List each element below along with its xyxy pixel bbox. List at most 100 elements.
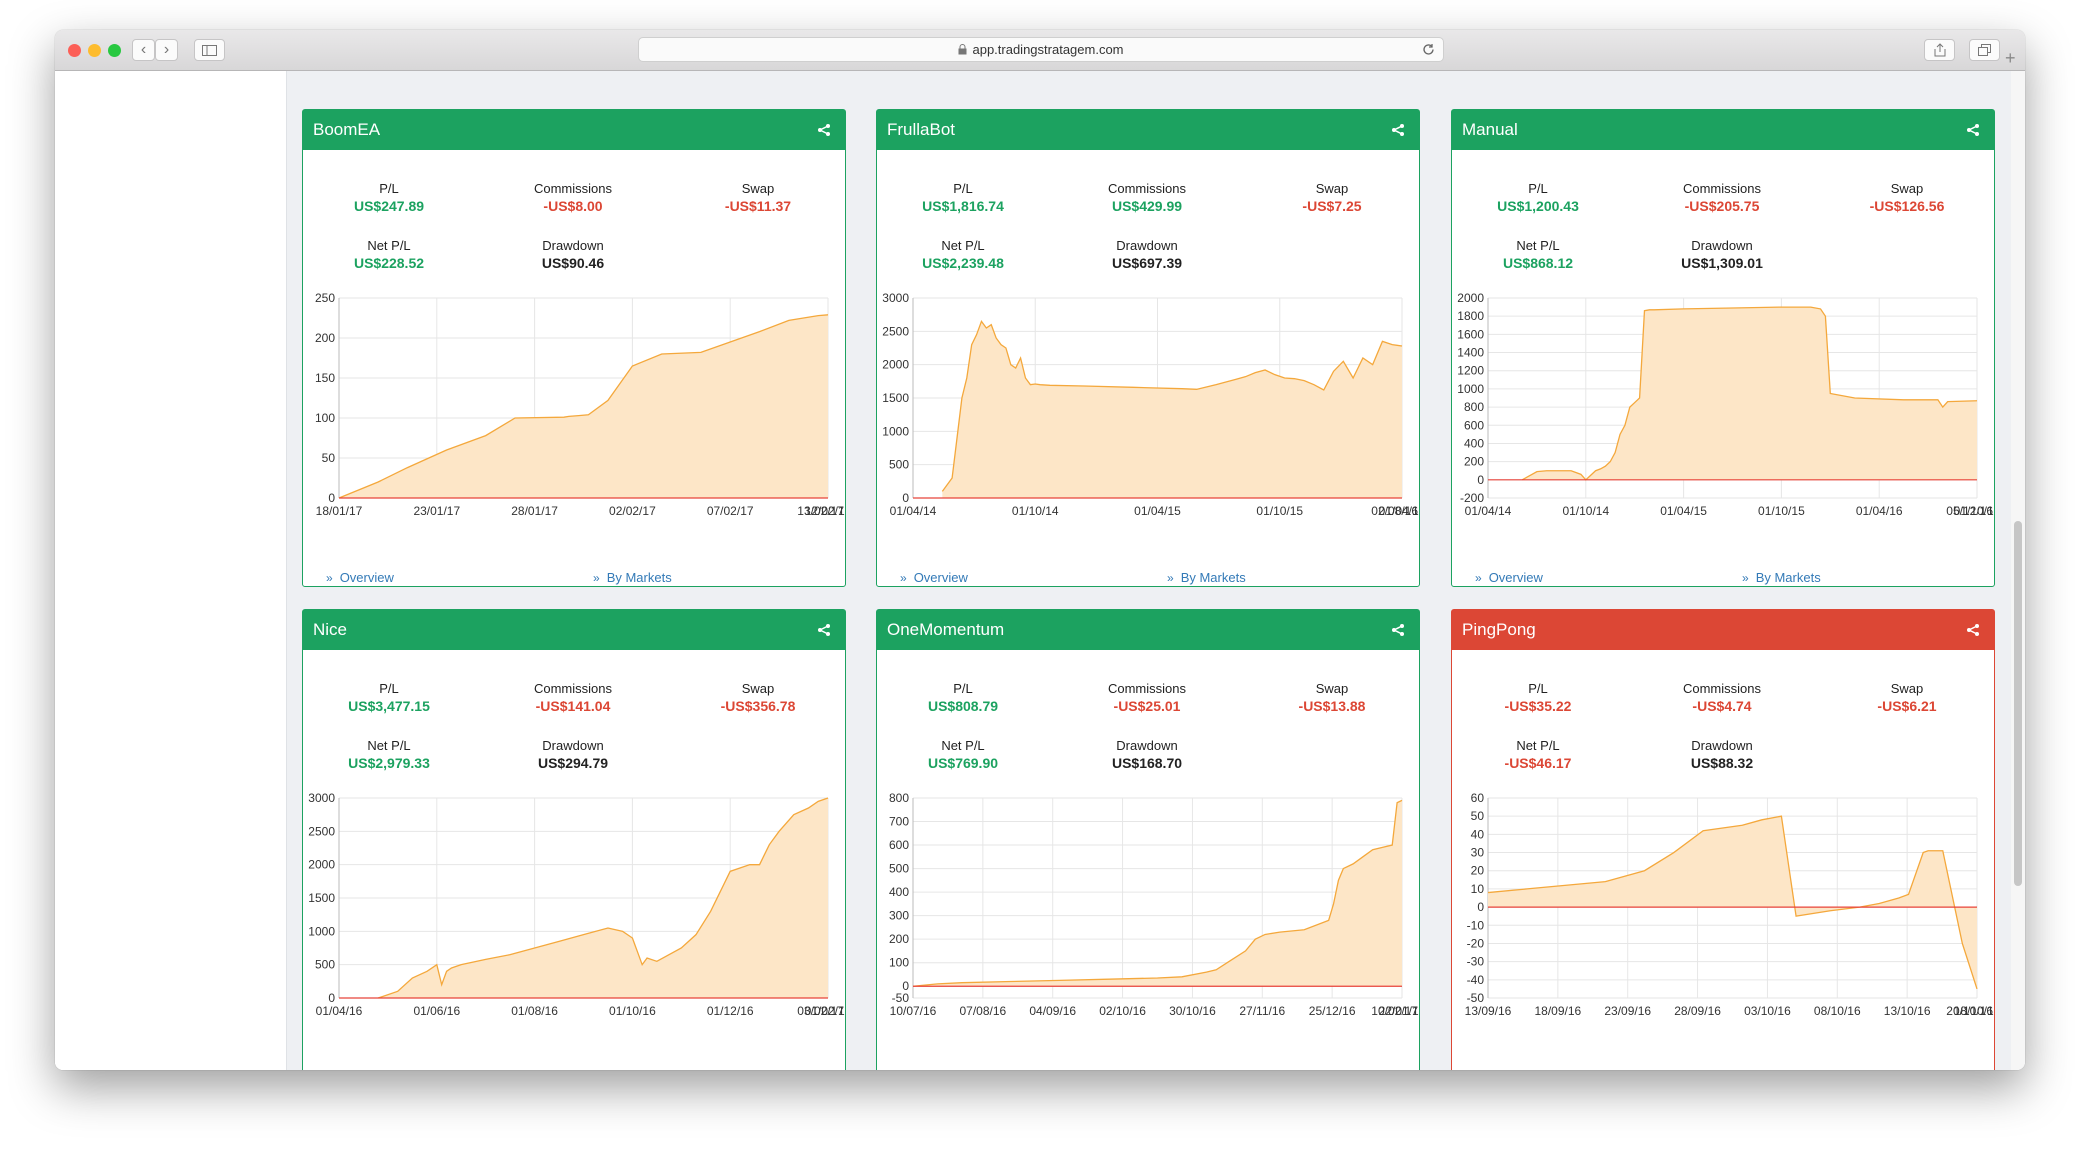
tabs-icon bbox=[1978, 44, 1991, 56]
double-chevron-right-icon: » bbox=[593, 570, 600, 585]
sidebar-toggle-button[interactable] bbox=[194, 39, 225, 61]
forward-button[interactable]: › bbox=[155, 39, 178, 61]
overview-link[interactable]: » Overview bbox=[326, 570, 394, 585]
share-icon[interactable] bbox=[1391, 123, 1405, 137]
stat-value: -US$356.78 bbox=[720, 698, 796, 714]
stat-label: Net P/L bbox=[941, 238, 985, 253]
new-tab-plus-icon[interactable]: + bbox=[2005, 48, 2016, 69]
y-tick-label: 100 bbox=[315, 411, 335, 425]
y-tick-label: 200 bbox=[889, 932, 909, 946]
x-tick-label: 08/10/16 bbox=[1814, 1004, 1861, 1018]
pl-chart: -200 0 200 400 600 800 1000 1200 1400 1600 1800 200… bbox=[1457, 291, 1994, 518]
y-tick-label: 40 bbox=[1471, 827, 1485, 841]
stat-swap: Swap -US$126.56 bbox=[1807, 180, 2007, 215]
by-markets-link-label: By Markets bbox=[1180, 570, 1246, 585]
pl-chart: 0 50 100 150 200 250 18/01/17 23/01/17 28/01/17 0… bbox=[315, 291, 845, 518]
pl-chart: -50 -40 -30 -20 -10 0 10 20 30 40 50 60 13/09/16 18/0… bbox=[1465, 791, 1994, 1018]
stat-pl: P/L US$3,477.15 bbox=[289, 680, 489, 715]
panel-title: BoomEA bbox=[313, 120, 381, 139]
app-sidebar bbox=[55, 71, 286, 1070]
y-tick-label: 50 bbox=[322, 451, 336, 465]
x-tick-label: 03/10/16 bbox=[1744, 1004, 1791, 1018]
by-markets-link[interactable]: » By Markets bbox=[1167, 570, 1246, 585]
chevron-left-icon: ‹ bbox=[140, 41, 147, 58]
x-tick-label: 10/02/17 bbox=[1371, 1004, 1418, 1018]
y-tick-label: 800 bbox=[1464, 400, 1484, 414]
stat-label: Swap bbox=[1315, 681, 1349, 696]
by-markets-link[interactable]: » By Markets bbox=[1742, 570, 1821, 585]
url-text: app.tradingstratagem.com bbox=[972, 42, 1124, 57]
stat-swap: Swap -US$13.88 bbox=[1232, 680, 1432, 715]
x-tick-label: 01/06/16 bbox=[413, 1004, 460, 1018]
back-button[interactable]: ‹ bbox=[132, 39, 155, 61]
pl-area bbox=[1522, 307, 1977, 480]
panel-title: Manual bbox=[1462, 120, 1518, 139]
y-tick-label: 700 bbox=[889, 815, 909, 829]
stat-swap: Swap -US$11.37 bbox=[658, 180, 858, 215]
x-tick-label: 13/10/16 bbox=[1884, 1004, 1931, 1018]
x-tick-label: 13/02/17 bbox=[797, 504, 844, 518]
tabs-overview-button[interactable] bbox=[1969, 39, 2000, 61]
y-tick-label: 1000 bbox=[1457, 382, 1484, 396]
double-chevron-right-icon: » bbox=[900, 570, 907, 585]
stat-label: Swap bbox=[1315, 181, 1349, 196]
zoom-window-button[interactable] bbox=[108, 44, 121, 57]
x-tick-label: 23/01/17 bbox=[413, 504, 460, 518]
stat-label: P/L bbox=[953, 681, 973, 696]
address-bar[interactable]: app.tradingstratagem.com bbox=[638, 37, 1444, 62]
y-tick-label: 20 bbox=[1471, 864, 1485, 878]
minimize-window-button[interactable] bbox=[88, 44, 101, 57]
stat-label: Swap bbox=[741, 681, 775, 696]
panel-title: Nice bbox=[313, 620, 348, 639]
panel-title: FrullaBot bbox=[887, 120, 956, 139]
stat-label: Drawdown bbox=[1116, 738, 1178, 753]
stat-net-pl: Net P/L -US$46.17 bbox=[1438, 737, 1638, 772]
strategy-panel: OneMomentum P/L US$808.79 Commissions -US$25… bbox=[876, 609, 1420, 1070]
stat-pl: P/L US$247.89 bbox=[289, 180, 489, 215]
y-tick-label: 200 bbox=[315, 331, 335, 345]
vertical-scrollbar[interactable] bbox=[2011, 71, 2025, 1070]
stat-label: Drawdown bbox=[542, 238, 604, 253]
overview-link[interactable]: » Overview bbox=[900, 570, 968, 585]
share-icon[interactable] bbox=[817, 123, 831, 137]
close-window-button[interactable] bbox=[68, 44, 81, 57]
share-icon[interactable] bbox=[1966, 123, 1980, 137]
y-tick-label: 1000 bbox=[882, 424, 909, 438]
overview-link-label: Overview bbox=[339, 570, 394, 585]
stat-value: -US$8.00 bbox=[543, 198, 603, 214]
share-icon[interactable] bbox=[817, 623, 831, 637]
stat-value: -US$205.75 bbox=[1684, 198, 1760, 214]
stat-value: -US$7.25 bbox=[1302, 198, 1362, 214]
overview-link[interactable]: » Overview bbox=[1475, 570, 1543, 585]
scrollbar-thumb[interactable] bbox=[2014, 521, 2022, 886]
stat-value: US$1,816.74 bbox=[922, 198, 1004, 214]
by-markets-link-label: By Markets bbox=[606, 570, 672, 585]
panel-header: OneMomentum bbox=[877, 610, 1419, 650]
y-tick-label: 1800 bbox=[1457, 309, 1484, 323]
y-tick-label: 0 bbox=[1477, 473, 1484, 487]
strategy-panel: Manual P/L US$1,200.43 Commissions -US$205.7… bbox=[1451, 109, 1995, 587]
stat-label: Net P/L bbox=[941, 738, 985, 753]
y-tick-label: 600 bbox=[1464, 418, 1484, 432]
y-tick-label: 1200 bbox=[1457, 364, 1484, 378]
stat-value: -US$11.37 bbox=[724, 198, 792, 214]
x-tick-label: 01/10/15 bbox=[1256, 504, 1303, 518]
reload-icon[interactable] bbox=[1422, 43, 1435, 56]
stat-label: Commissions bbox=[1682, 181, 1761, 196]
stat-label: Commissions bbox=[533, 681, 612, 696]
x-tick-label: 05/12/16 bbox=[1946, 504, 1993, 518]
share-icon[interactable] bbox=[1391, 623, 1405, 637]
pl-area bbox=[942, 321, 1402, 498]
pl-chart: 0 500 1000 1500 2000 2500 3000 01/04/14 01/10/14… bbox=[882, 291, 1419, 518]
by-markets-link[interactable]: » By Markets bbox=[593, 570, 672, 585]
y-tick-label: 1500 bbox=[882, 391, 909, 405]
x-tick-label: 02/02/17 bbox=[609, 504, 656, 518]
y-tick-label: 500 bbox=[889, 862, 909, 876]
x-tick-label: 10/07/16 bbox=[890, 1004, 937, 1018]
x-tick-label: 01/10/15 bbox=[1758, 504, 1805, 518]
share-button[interactable] bbox=[1924, 39, 1955, 61]
double-chevron-right-icon: » bbox=[326, 570, 333, 585]
share-icon[interactable] bbox=[1966, 623, 1980, 637]
x-tick-label: 03/02/17 bbox=[797, 1004, 844, 1018]
y-tick-label: -30 bbox=[1467, 955, 1485, 969]
